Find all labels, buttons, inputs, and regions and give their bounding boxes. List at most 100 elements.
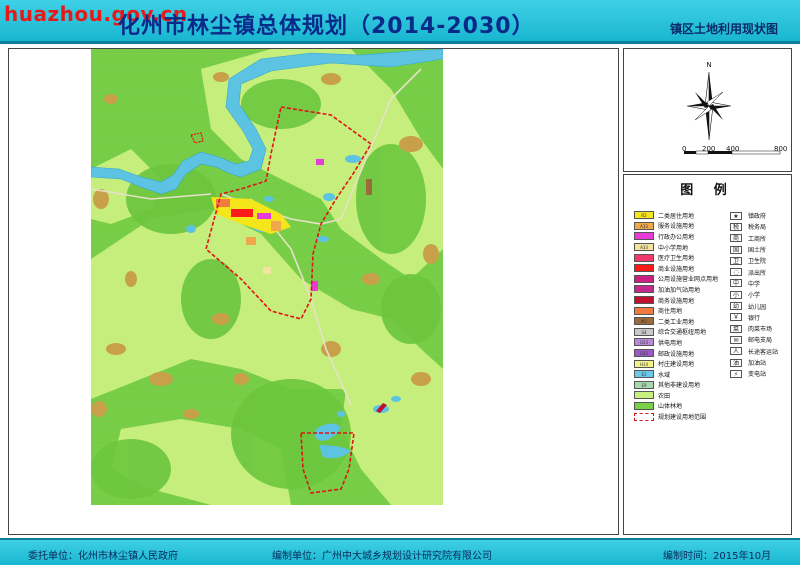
map-title: 化州市林尘镇总体规划（2014-2030） (118, 14, 535, 39)
land-use-map (91, 49, 443, 505)
facility-label: 国土所 (748, 247, 767, 255)
facility-item: ✉ 邮电支局 (728, 334, 792, 345)
north-arrow-icon: N (684, 61, 781, 155)
facility-icon: 人 (730, 347, 742, 356)
legend-label: 供电用地 (658, 339, 683, 347)
facility-icon: 卫 (730, 256, 742, 265)
facility-item: 幼幼儿园 (728, 300, 792, 311)
legend-swatch (634, 296, 654, 305)
facility-legend: ★ 镇政府税税务局商工商所国国土所卫卫生院 ◌ 派出所中中学小小学幼幼儿园 ￥ 银行菜肉菜… (728, 210, 792, 379)
legend-panel: 图 例 R2 二类居住用地 A33 服务设施用地 行政办公用地 A33 中小学用地 医疗卫生用… (623, 174, 792, 535)
facility-icon: 税 (730, 222, 742, 231)
legend-label: 其他非建设用地 (658, 382, 701, 390)
facility-icon: ￥ (730, 313, 742, 322)
legend-swatch (634, 285, 654, 294)
facility-icon: 幼 (730, 302, 742, 311)
facility-label: 肉菜市场 (748, 326, 773, 334)
facility-item: 商工商所 (728, 233, 792, 244)
legend-label: 公用设施营业网点用地 (658, 276, 719, 284)
scale-label-800: 800 (774, 145, 788, 153)
legend-label: 山体林地 (658, 403, 683, 411)
facility-item: ★ 镇政府 (728, 210, 792, 221)
legend-item: E1 水域 (634, 369, 724, 380)
legend-swatch: U13 (634, 338, 654, 347)
legend-swatch: R2 (634, 211, 654, 220)
facility-label: 银行 (748, 314, 761, 322)
header-bar: huazhou.gov.cn 化州市林尘镇总体规划（2014-2030） 镇区土… (0, 0, 800, 44)
legend-item: 行政办公用地 (634, 231, 724, 242)
legend-item: U22 邮政设施用地 (634, 348, 724, 359)
legend-item: A33 中小学用地 (634, 242, 724, 253)
facility-icon: 中 (730, 279, 742, 288)
facility-label: 派出所 (748, 269, 767, 277)
legend-swatch (634, 391, 654, 400)
legend-swatch: U22 (634, 349, 654, 358)
legend-item: S4 综合交通枢纽用地 (634, 327, 724, 338)
facility-label: 幼儿园 (748, 303, 767, 311)
facility-item: 卫卫生院 (728, 255, 792, 266)
facility-item: 税税务局 (728, 221, 792, 232)
legend-label: 中小学用地 (658, 244, 689, 252)
facility-label: 邮电支局 (748, 337, 773, 345)
facility-icon: 菜 (730, 324, 742, 333)
compass-panel: N 0 200 400 800 (623, 48, 792, 172)
legend-swatch: A33 (634, 221, 654, 230)
legend-label: 行政办公用地 (658, 233, 695, 241)
legend-label: 村庄建设用地 (658, 361, 695, 369)
facility-label: 税务局 (748, 224, 767, 232)
map-subtitle: 镇区土地利用现状图 (669, 22, 778, 36)
footer-maker: 编制单位：广州中大城乡规划设计研究院有限公司 (272, 551, 492, 562)
facility-item: ◌ 派出所 (728, 266, 792, 277)
legend-label: 二类工业用地 (658, 318, 695, 326)
facility-icon: ✉ (730, 335, 742, 344)
legend-label: 综合交通枢纽用地 (658, 329, 707, 337)
facility-icon: 小 (730, 290, 742, 299)
facility-item: 油加油站 (728, 357, 792, 368)
legend-item: U13 供电用地 (634, 337, 724, 348)
facility-icon: ⚡ (730, 369, 742, 378)
facility-icon: 国 (730, 245, 742, 254)
legend-item: 农田 (634, 390, 724, 401)
legend-label: 商业设施用地 (658, 265, 695, 273)
scale-label-200: 200 (702, 145, 716, 153)
map-sheet: huazhou.gov.cn 化州市林尘镇总体规划（2014-2030） 镇区土… (0, 0, 800, 565)
legend-label: 二类居住用地 (658, 212, 695, 220)
facility-label: 变电站 (748, 371, 767, 379)
scale-label-0: 0 (682, 145, 687, 153)
legend-swatch (634, 306, 654, 315)
facility-icon: ◌ (730, 268, 742, 277)
facility-item: ⚡ 变电站 (728, 368, 792, 379)
legend-swatch (634, 412, 654, 421)
legend-title: 图 例 (680, 183, 735, 198)
footer-client: 委托单位：化州市林尘镇人民政府 (28, 551, 178, 562)
legend-item: H14 村庄建设用地 (634, 358, 724, 369)
facility-item: 中中学 (728, 278, 792, 289)
legend-label: 医疗卫生用地 (658, 255, 695, 263)
facility-icon: ★ (730, 211, 742, 220)
legend-label: 商住用地 (658, 308, 683, 316)
facility-item: 人长途客运站 (728, 346, 792, 357)
legend-item: 商住用地 (634, 305, 724, 316)
footer-date: 编制时间：2015年10月 (663, 551, 772, 562)
facility-icon: 商 (730, 234, 742, 243)
legend-swatch: H14 (634, 359, 654, 368)
facility-label: 长途客运站 (748, 348, 779, 356)
legend-item: R2 二类居住用地 (634, 210, 724, 221)
facility-label: 小学 (748, 292, 761, 300)
land-use-legend: R2 二类居住用地 A33 服务设施用地 行政办公用地 A33 中小学用地 医疗卫生用地 商业设… (634, 210, 724, 422)
footer-bar: 委托单位：化州市林尘镇人民政府 编制单位：广州中大城乡规划设计研究院有限公司 编… (0, 538, 800, 565)
legend-swatch: S4 (634, 327, 654, 336)
facility-label: 工商所 (748, 235, 767, 243)
facility-item: 菜肉菜市场 (728, 323, 792, 334)
facility-item: 国国土所 (728, 244, 792, 255)
legend-label: 规划建设用地范围 (658, 414, 707, 422)
map-panel (8, 48, 619, 535)
legend-swatch: E1 (634, 370, 654, 379)
facility-label: 中学 (748, 280, 761, 288)
legend-swatch: E9 (634, 380, 654, 389)
facility-item: 小小学 (728, 289, 792, 300)
facility-label: 加油站 (748, 360, 767, 367)
legend-swatch: M2 (634, 317, 654, 326)
legend-item: 商务设施用地 (634, 295, 724, 306)
legend-item: 山体林地 (634, 401, 724, 412)
